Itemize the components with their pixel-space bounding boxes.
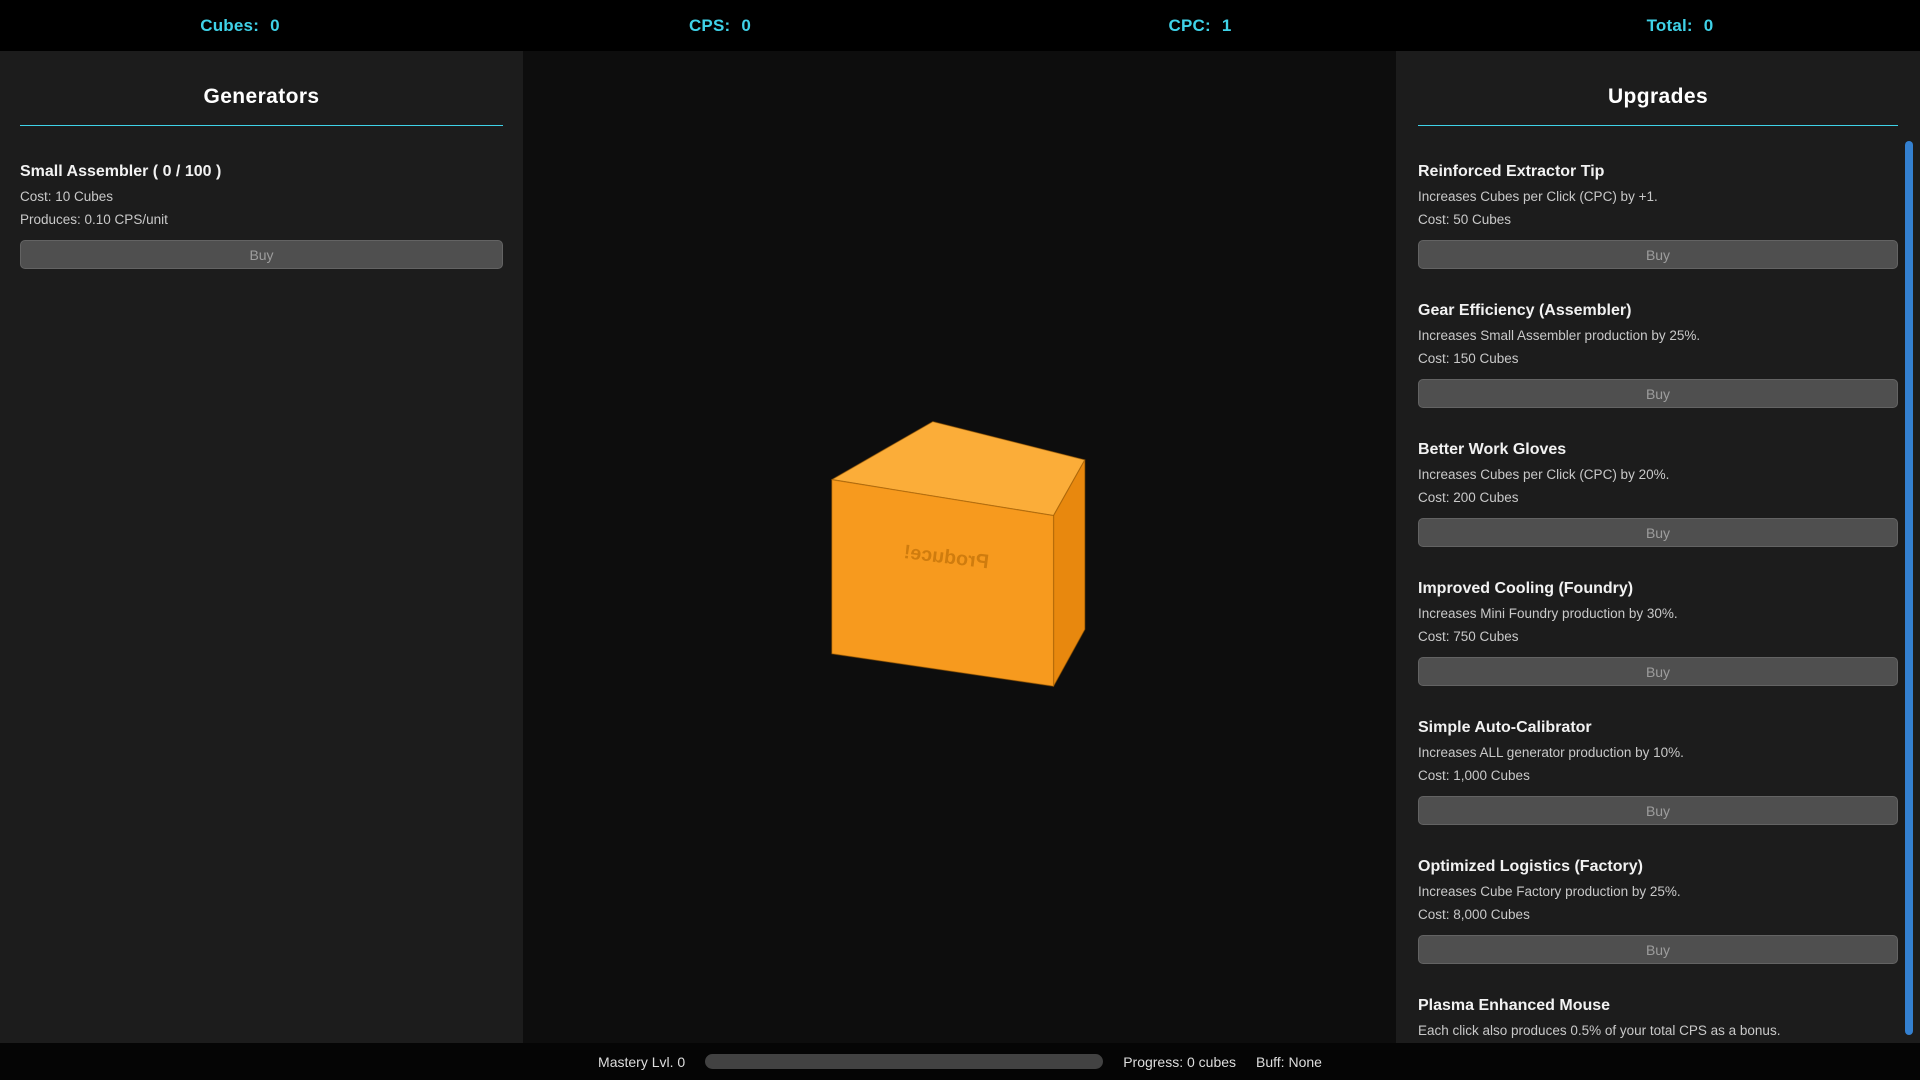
buy-upgrade-button[interactable]: Buy	[1418, 935, 1898, 964]
generators-panel: Generators Small Assembler ( 0 / 100 ) C…	[0, 51, 523, 1043]
upgrade-cost: Cost: 8,000 Cubes	[1418, 906, 1898, 924]
upgrade-name: Gear Efficiency (Assembler)	[1418, 301, 1898, 321]
stat-cpc-value: 1	[1222, 16, 1232, 36]
generators-list: Small Assembler ( 0 / 100 ) Cost: 10 Cub…	[20, 162, 503, 269]
upgrade-desc: Each click also produces 0.5% of your to…	[1418, 1022, 1898, 1040]
stat-cpc: CPC: 1	[960, 16, 1440, 36]
upgrade-cost: Cost: 1,000 Cubes	[1418, 767, 1898, 785]
upgrade-name: Plasma Enhanced Mouse	[1418, 996, 1898, 1016]
stat-total-label: Total:	[1647, 16, 1693, 36]
clicker-stage: Produce!	[523, 51, 1396, 1043]
generators-title: Generators	[20, 85, 503, 126]
upgrade-name: Better Work Gloves	[1418, 440, 1898, 460]
upgrade-item: Improved Cooling (Foundry) Increases Min…	[1418, 579, 1898, 686]
stat-cps: CPS: 0	[480, 16, 960, 36]
upgrade-desc: Increases Mini Foundry production by 30%…	[1418, 605, 1898, 623]
upgrade-item: Reinforced Extractor Tip Increases Cubes…	[1418, 162, 1898, 269]
generator-name: Small Assembler ( 0 / 100 )	[20, 162, 503, 182]
buy-upgrade-button[interactable]: Buy	[1418, 379, 1898, 408]
upgrade-item: Simple Auto-Calibrator Increases ALL gen…	[1418, 718, 1898, 825]
upgrades-panel: Upgrades Reinforced Extractor Tip Increa…	[1396, 51, 1920, 1043]
buy-generator-button[interactable]: Buy	[20, 240, 503, 269]
upgrade-name: Simple Auto-Calibrator	[1418, 718, 1898, 738]
stat-cubes-label: Cubes:	[200, 16, 259, 36]
upgrade-item: Optimized Logistics (Factory) Increases …	[1418, 857, 1898, 964]
upgrade-name: Reinforced Extractor Tip	[1418, 162, 1898, 182]
upgrade-cost: Cost: 150 Cubes	[1418, 350, 1898, 368]
stat-total-value: 0	[1704, 16, 1714, 36]
stat-cps-label: CPS:	[689, 16, 730, 36]
mastery-footer: Mastery Lvl. 0 Progress: 0 cubes Buff: N…	[0, 1043, 1920, 1080]
upgrade-cost: Cost: 750 Cubes	[1418, 628, 1898, 646]
stat-cps-value: 0	[741, 16, 751, 36]
upgrade-item: Plasma Enhanced Mouse Each click also pr…	[1418, 996, 1898, 1043]
upgrade-name: Optimized Logistics (Factory)	[1418, 857, 1898, 877]
buy-upgrade-button[interactable]: Buy	[1418, 657, 1898, 686]
cube-front-face	[832, 479, 1054, 686]
upgrade-cost: Cost: 200 Cubes	[1418, 489, 1898, 507]
upgrades-title: Upgrades	[1418, 85, 1898, 126]
main-area: Generators Small Assembler ( 0 / 100 ) C…	[0, 51, 1920, 1043]
stat-cubes-value: 0	[270, 16, 280, 36]
stats-bar: Cubes: 0 CPS: 0 CPC: 1 Total: 0	[0, 0, 1920, 51]
upgrade-desc: Increases Cubes per Click (CPC) by 20%.	[1418, 466, 1898, 484]
upgrade-name: Improved Cooling (Foundry)	[1418, 579, 1898, 599]
buff-label: Buff: None	[1256, 1054, 1322, 1070]
upgrade-cost: Cost: 50 Cubes	[1418, 211, 1898, 229]
upgrade-item: Better Work Gloves Increases Cubes per C…	[1418, 440, 1898, 547]
buy-upgrade-button[interactable]: Buy	[1418, 796, 1898, 825]
upgrade-desc: Increases Cubes per Click (CPC) by +1.	[1418, 188, 1898, 206]
buy-upgrade-button[interactable]: Buy	[1418, 518, 1898, 547]
upgrades-scrollbar-thumb[interactable]	[1905, 141, 1913, 1035]
stat-total: Total: 0	[1440, 16, 1920, 36]
mastery-progress-label: Progress: 0 cubes	[1123, 1054, 1236, 1070]
generator-produces: Produces: 0.10 CPS/unit	[20, 211, 503, 229]
produce-cube-button[interactable]: Produce!	[826, 418, 1093, 691]
buy-upgrade-button[interactable]: Buy	[1418, 240, 1898, 269]
stat-cubes: Cubes: 0	[0, 16, 480, 36]
upgrade-item: Gear Efficiency (Assembler) Increases Sm…	[1418, 301, 1898, 408]
mastery-level-label: Mastery Lvl. 0	[598, 1054, 685, 1070]
stat-cpc-label: CPC:	[1168, 16, 1210, 36]
cube-wrap: Produce!	[826, 418, 1093, 691]
upgrade-desc: Increases ALL generator production by 10…	[1418, 744, 1898, 762]
upgrade-desc: Increases Cube Factory production by 25%…	[1418, 883, 1898, 901]
generator-cost: Cost: 10 Cubes	[20, 188, 503, 206]
generator-item: Small Assembler ( 0 / 100 ) Cost: 10 Cub…	[20, 162, 503, 269]
upgrade-desc: Increases Small Assembler production by …	[1418, 327, 1898, 345]
upgrades-list: Reinforced Extractor Tip Increases Cubes…	[1418, 162, 1898, 1043]
mastery-progress-bar	[705, 1054, 1103, 1069]
